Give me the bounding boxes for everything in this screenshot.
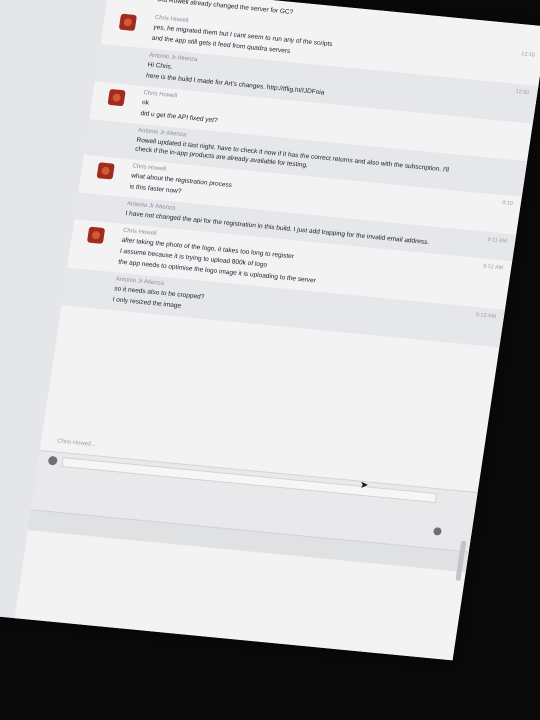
timestamp: 12:15 — [520, 51, 536, 59]
settings-icon[interactable] — [432, 527, 443, 536]
timestamp: 9:12 AM — [482, 263, 504, 272]
timestamp: 9:13 AM — [475, 312, 497, 320]
timestamp: 9:10 — [501, 200, 514, 208]
timestamp: 9:11 AM — [486, 236, 508, 245]
mouse-cursor-icon: ➤ — [360, 480, 369, 491]
avatar — [96, 162, 115, 180]
avatar — [86, 226, 106, 244]
chat-window: Did Rowell already changed the server fo… — [0, 0, 540, 661]
timestamp: 12:50 — [515, 88, 530, 97]
avatar — [107, 88, 126, 107]
avatar — [118, 13, 138, 32]
attach-icon[interactable] — [47, 455, 58, 466]
